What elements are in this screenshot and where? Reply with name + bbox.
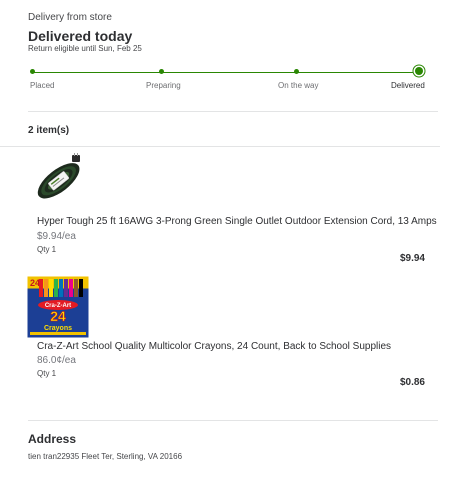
delivery-type-label: Delivery from store <box>28 12 112 23</box>
crayons-count-large-text: 24 <box>50 308 66 324</box>
step-label-placed: Placed <box>30 81 55 90</box>
divider <box>28 111 438 112</box>
divider <box>28 420 438 421</box>
item-name[interactable]: Hyper Tough 25 ft 16AWG 3-Prong Green Si… <box>37 216 437 227</box>
item-unit-price: $9.94/ea <box>37 231 76 242</box>
item-quantity: Qty 1 <box>37 369 57 378</box>
items-count-heading: 2 item(s) <box>28 125 70 136</box>
crayons-product-text: Crayons <box>44 325 72 332</box>
progress-dot-delivered <box>415 67 423 75</box>
progress-dot-preparing <box>158 69 164 74</box>
step-label-delivered: Delivered <box>391 81 425 90</box>
order-progress-tracker <box>29 67 423 75</box>
item-quantity: Qty 1 <box>37 245 57 254</box>
item-total-price: $0.86 <box>399 377 425 388</box>
step-label-preparing: Preparing <box>146 81 181 90</box>
item-total-price: $9.94 <box>399 253 425 264</box>
item-unit-price: 86.0¢/ea <box>37 355 76 366</box>
return-eligibility-note: Return eligible until Sun, Feb 25 <box>28 44 142 53</box>
crayons-box-image[interactable]: 24 Cra-Z-Art 24 Crayons <box>27 276 89 338</box>
divider <box>0 146 440 147</box>
address-text: tien tran22935 Fleet Ter, Sterling, VA 2… <box>28 452 183 461</box>
progress-dot-placed <box>29 69 35 74</box>
address-heading: Address <box>28 432 77 446</box>
delivery-status-title: Delivered today <box>28 28 133 44</box>
item-name[interactable]: Cra-Z-Art School Quality Multicolor Cray… <box>37 341 391 352</box>
step-label-on-the-way: On the way <box>278 81 319 90</box>
extension-cord-image[interactable] <box>30 152 86 208</box>
progress-dot-on-the-way <box>293 69 299 74</box>
crayons-count-text: 24 <box>30 278 40 288</box>
progress-line <box>32 71 420 73</box>
